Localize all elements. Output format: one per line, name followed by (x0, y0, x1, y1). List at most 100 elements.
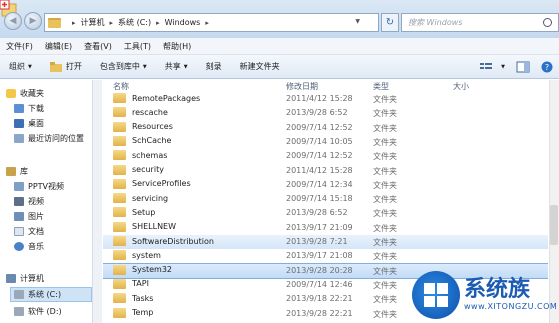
scrollbar-thumb[interactable] (550, 205, 558, 245)
new-folder-button[interactable]: 新建文件夹 (231, 61, 289, 72)
folder-icon (113, 293, 126, 304)
folder-icon (48, 17, 61, 28)
help-icon[interactable]: ? (540, 61, 554, 73)
search-icon[interactable] (543, 18, 552, 27)
downloads-icon (14, 104, 24, 113)
file-type: 文件夹 (373, 295, 397, 305)
chevron-right-icon[interactable]: ▸ (156, 19, 160, 27)
chevron-right-icon[interactable]: ▸ (205, 19, 209, 27)
file-name: Temp (132, 308, 154, 317)
open-label: 打开 (65, 62, 82, 71)
back-button[interactable]: ◀ (4, 12, 22, 30)
dropdown-arrow-icon: ▼ (142, 63, 147, 70)
file-row[interactable]: rescache 2013/9/28 6:52 文件夹 (103, 106, 548, 120)
open-button[interactable]: 打开 (41, 61, 91, 72)
nav-libraries[interactable]: 库 (6, 164, 28, 179)
nav-system-c-label: 系统 (C:) (28, 290, 62, 299)
folder-icon (113, 135, 126, 146)
menu-edit[interactable]: 编辑(E) (39, 41, 78, 52)
search-input[interactable]: 搜索 Windows (401, 13, 559, 32)
nav-pictures[interactable]: 图片 (14, 209, 44, 224)
forward-button[interactable]: ▶ (24, 12, 42, 30)
file-name: schemas (132, 150, 168, 160)
chevron-down-icon[interactable]: ▼ (355, 18, 360, 25)
view-dropdown-icon[interactable]: ▼ (501, 64, 505, 70)
nav-system-c[interactable]: 系统 (C:) (10, 287, 92, 302)
nav-pptv[interactable]: PPTV视频 (14, 179, 64, 194)
file-type: 文件夹 (373, 166, 397, 176)
chevron-right-icon[interactable]: ▸ (110, 19, 114, 27)
nav-videos[interactable]: 视频 (14, 194, 44, 209)
file-date: 2013/9/28 6:52 (286, 208, 348, 218)
nav-desktop[interactable]: 桌面 (14, 116, 44, 131)
view-options-icon[interactable] (479, 61, 493, 73)
folder-icon (113, 193, 126, 204)
file-row[interactable]: RemotePackages 2011/4/12 15:28 文件夹 (103, 92, 548, 106)
nav-videos-label: 视频 (28, 197, 44, 206)
file-row[interactable]: security 2011/4/12 15:28 文件夹 (103, 164, 548, 178)
watermark-logo (412, 270, 460, 319)
navigation-scrollbar[interactable] (93, 80, 102, 323)
file-date: 2013/9/28 6:52 (286, 108, 348, 118)
file-row[interactable]: servicing 2009/7/14 15:18 文件夹 (103, 192, 548, 206)
nav-recent[interactable]: 最近访问的位置 (14, 131, 84, 146)
nav-desktop-label: 桌面 (28, 119, 44, 128)
file-row[interactable]: Resources 2009/7/14 12:52 文件夹 (103, 121, 548, 135)
command-toolbar: 组织 ▼ 打开 包含到库中 ▼ 共享 ▼ 刻录 新建文件夹 ▼ ? (0, 55, 559, 79)
file-date: 2009/7/14 12:52 (286, 151, 353, 161)
folder-icon (113, 250, 126, 261)
nav-documents[interactable]: 文档 (14, 224, 44, 239)
file-name: Resources (132, 122, 173, 132)
file-date: 2013/9/17 21:08 (286, 251, 353, 261)
menu-view[interactable]: 查看(V) (78, 41, 118, 52)
file-row[interactable]: Setup 2013/9/28 6:52 文件夹 (103, 206, 548, 220)
share-button[interactable]: 共享 ▼ (156, 61, 197, 72)
file-name: SchCache (132, 136, 172, 146)
file-type: 文件夹 (373, 109, 397, 119)
breadcrumb-computer[interactable]: 计算机 (81, 17, 105, 28)
nav-software-d[interactable]: 软件 (D:) (14, 304, 62, 319)
file-row[interactable]: SHELLNEW 2013/9/17 21:09 文件夹 (103, 221, 548, 235)
file-row[interactable]: system 2013/9/17 21:08 文件夹 (103, 249, 548, 263)
organize-label: 组织 (9, 62, 25, 71)
breadcrumb-windows[interactable]: Windows (165, 18, 201, 27)
chevron-right-icon[interactable]: ▸ (72, 19, 76, 27)
file-row[interactable]: ServiceProfiles 2009/7/14 12:34 文件夹 (103, 178, 548, 192)
nav-downloads-label: 下载 (28, 104, 44, 113)
watermark-url: www.XITONGZU.COM (464, 302, 558, 311)
recent-places-icon (14, 134, 24, 143)
nav-pptv-label: PPTV视频 (28, 182, 65, 191)
new-folder-label: 新建文件夹 (239, 62, 280, 71)
nav-downloads[interactable]: 下载 (14, 101, 44, 116)
nav-computer[interactable]: 计算机 (6, 271, 44, 286)
dropdown-arrow-icon: ▼ (183, 63, 188, 70)
menu-tools[interactable]: 工具(T) (118, 41, 157, 52)
file-row[interactable]: SchCache 2009/7/14 10:05 文件夹 (103, 135, 548, 149)
view-controls: ▼ ? (474, 55, 559, 79)
organize-button[interactable]: 组织 ▼ (0, 61, 41, 72)
open-folder-icon (49, 61, 62, 72)
address-bar-row: ◀ ▶ ▸ 计算机 ▸ 系统 (C:) ▸ Windows ▸ ▼ ↻ 搜索 W… (0, 0, 559, 38)
file-date: 2013/9/28 22:21 (286, 308, 353, 318)
nav-favorites[interactable]: 收藏夹 (6, 86, 44, 101)
include-in-library-label: 包含到库中 (99, 62, 140, 71)
refresh-button[interactable]: ↻ (381, 13, 399, 32)
menu-file[interactable]: 文件(F) (0, 41, 39, 52)
nav-music[interactable]: 音乐 (14, 239, 44, 254)
documents-icon (14, 227, 24, 236)
file-row[interactable]: SoftwareDistribution 2013/9/28 7:21 文件夹 (103, 235, 548, 249)
preview-pane-icon[interactable] (516, 61, 530, 73)
burn-button[interactable]: 刻录 (197, 61, 231, 72)
file-name: RemotePackages (132, 93, 201, 103)
file-name-cell: Resources (103, 121, 173, 132)
menu-help[interactable]: 帮助(H) (157, 41, 197, 52)
address-field[interactable]: ▸ 计算机 ▸ 系统 (C:) ▸ Windows ▸ ▼ (44, 13, 379, 32)
file-name: servicing (132, 193, 169, 203)
file-type: 文件夹 (373, 180, 397, 190)
file-row[interactable]: schemas 2009/7/14 12:52 文件夹 (103, 149, 548, 163)
nav-software-d-label: 软件 (D:) (28, 307, 62, 316)
breadcrumb-system-c[interactable]: 系统 (C:) (118, 17, 151, 28)
include-in-library-button[interactable]: 包含到库中 ▼ (91, 61, 156, 72)
file-name: TAPI (132, 279, 149, 289)
folder-icon (113, 93, 126, 103)
